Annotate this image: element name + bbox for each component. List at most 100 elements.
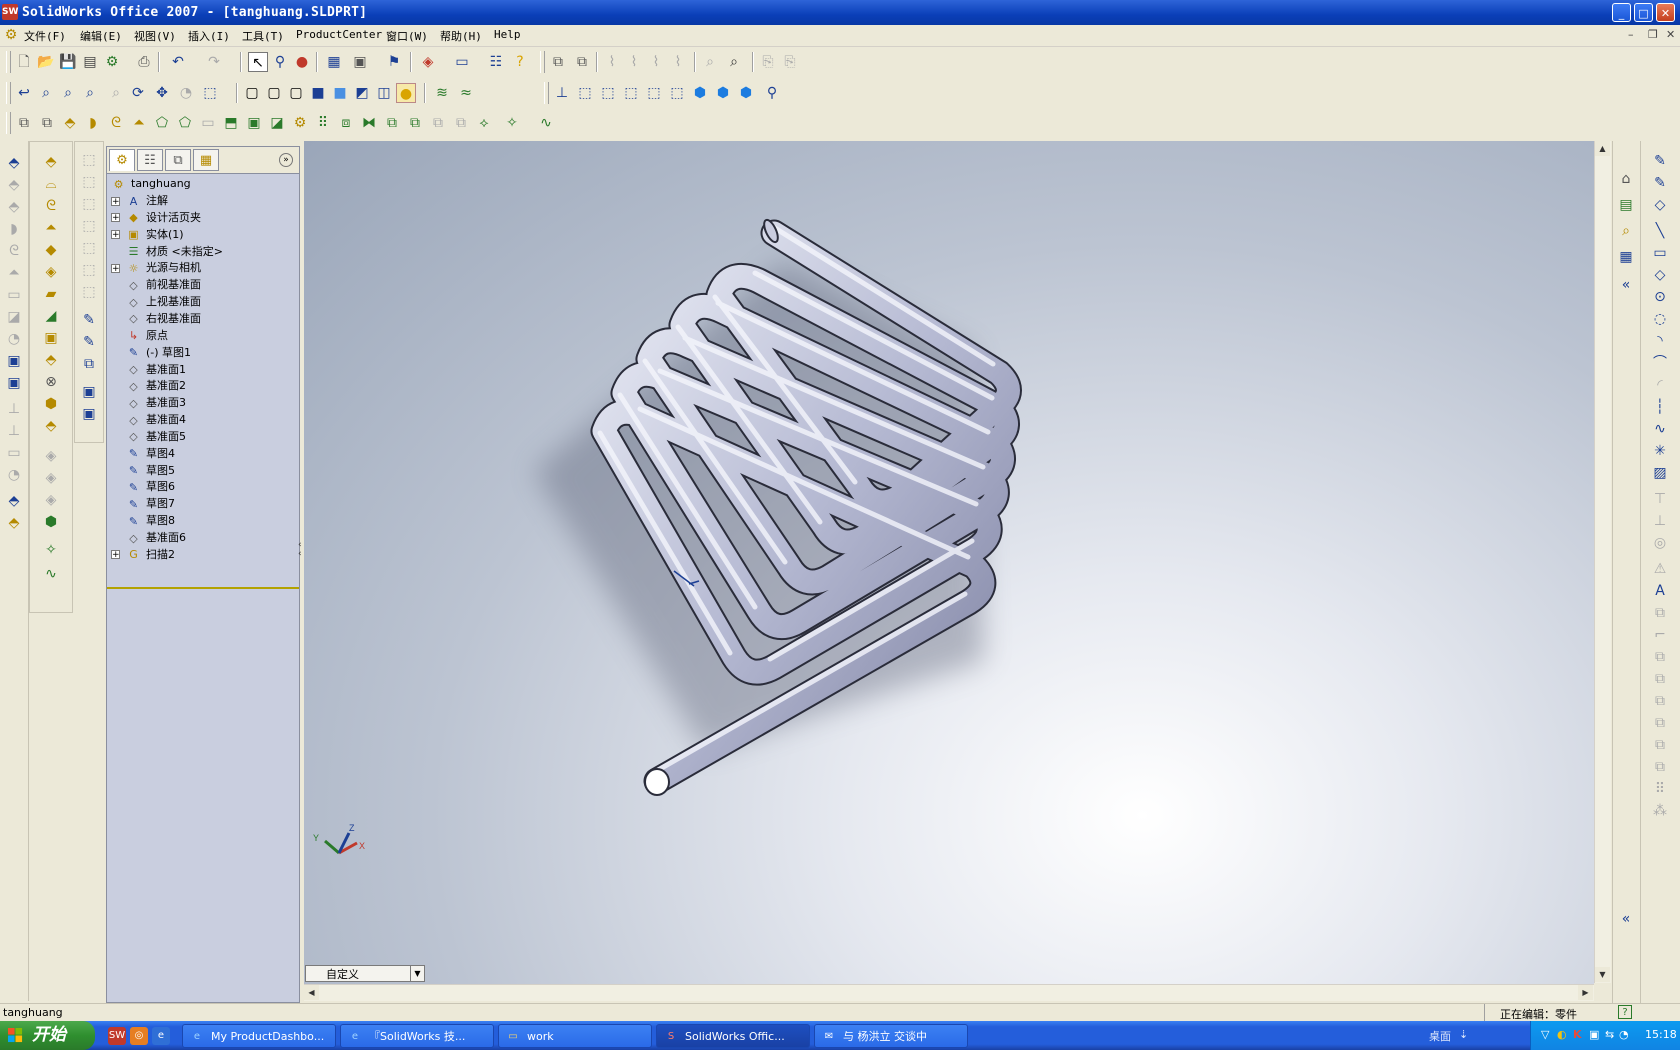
trimetric-view-icon[interactable]: ⬢: [736, 83, 756, 103]
shell-icon[interactable]: ▣: [40, 328, 62, 348]
grid-icon[interactable]: ▦: [324, 52, 344, 72]
copy-entities-icon[interactable]: ⧉: [1649, 735, 1671, 755]
tree-item[interactable]: ✎ (-) 草图1: [111, 344, 191, 361]
sketch-tool-icon[interactable]: ⌇: [668, 52, 688, 72]
perspective-icon[interactable]: ◫: [374, 83, 394, 103]
view-cube-icon[interactable]: ⬚: [78, 260, 100, 280]
scale-icon[interactable]: ⧉: [382, 113, 402, 133]
dimension-icon[interactable]: ◎: [1649, 533, 1671, 553]
axis-icon[interactable]: ✧: [502, 113, 522, 133]
hidden-lines-removed-icon[interactable]: ▢: [286, 83, 306, 103]
expand-icon[interactable]: +: [111, 196, 120, 206]
sketch-icon[interactable]: ⬘: [3, 153, 25, 173]
help-icon[interactable]: ?: [510, 52, 530, 72]
rollback-bar[interactable]: [107, 587, 299, 589]
network-icon[interactable]: ▽: [1541, 1028, 1549, 1041]
zoom-to-area-icon[interactable]: ⌕: [58, 83, 78, 103]
help-icon[interactable]: ?: [1618, 1005, 1632, 1019]
draft-icon[interactable]: ▣: [244, 113, 264, 133]
undo-icon[interactable]: ↶: [168, 52, 188, 72]
collapse-pane-icon[interactable]: «: [1615, 275, 1637, 295]
doc-close-button[interactable]: ✕: [1666, 28, 1675, 41]
scroll-up-icon[interactable]: ▲: [1595, 141, 1610, 156]
taskbar-button[interactable]: e 『SolidWorks 技...: [340, 1024, 494, 1048]
hole-icon[interactable]: ⊗: [40, 372, 62, 392]
dome-icon[interactable]: ⚙: [290, 113, 310, 133]
linear-sketch-pattern-icon[interactable]: ⠿: [1649, 779, 1671, 799]
disabled-tool-icon[interactable]: ⎘: [780, 52, 800, 72]
pipe-end-cap[interactable]: [644, 768, 670, 796]
3d-sketch-icon[interactable]: ✎: [1649, 173, 1671, 193]
extend-icon[interactable]: ◔: [3, 465, 25, 485]
tree-item[interactable]: ↳ 原点: [111, 327, 168, 344]
tree-item[interactable]: ◇ 基准面6: [111, 529, 186, 546]
desktop-expand-icon[interactable]: ⇣: [1459, 1028, 1468, 1041]
combine-icon[interactable]: ⧉: [428, 113, 448, 133]
open-folder-icon[interactable]: 📂: [36, 52, 56, 72]
offset-surface-icon[interactable]: ▣: [3, 373, 25, 393]
dome-icon[interactable]: ⬢: [40, 394, 62, 414]
tree-item[interactable]: ◇ 基准面2: [111, 377, 186, 394]
tree-item[interactable]: + G 扫描2: [111, 546, 175, 563]
tree-item[interactable]: ☰ 材质 <未指定>: [111, 243, 223, 260]
deform-icon[interactable]: ⬘: [40, 416, 62, 436]
view-orientation-select[interactable]: 自定义 ▼: [305, 965, 425, 982]
scroll-left-icon[interactable]: ◀: [304, 985, 319, 1000]
toolbar-grip[interactable]: [544, 82, 549, 104]
tree-root[interactable]: ⚙ tanghuang: [111, 175, 191, 192]
intersect-icon[interactable]: ⧉: [451, 113, 471, 133]
centerline-icon[interactable]: ┆: [1649, 397, 1671, 417]
surface-icon[interactable]: ▣: [3, 351, 25, 371]
normal-to-icon[interactable]: ⊥: [552, 83, 572, 103]
3d-sketch-icon[interactable]: ⧉: [37, 113, 57, 133]
menu-edit[interactable]: 编辑(E): [80, 28, 122, 44]
shadows-icon[interactable]: ◩: [352, 83, 372, 103]
dimension-icon[interactable]: ⊥: [1649, 511, 1671, 531]
propertymanager-tab-icon[interactable]: ☷: [137, 149, 163, 171]
top-view-icon[interactable]: ⬚: [667, 83, 687, 103]
shield-icon[interactable]: ◐: [1557, 1028, 1567, 1041]
zebra-stripes-icon[interactable]: ≈: [456, 83, 476, 103]
volume-icon[interactable]: ◔: [1619, 1028, 1629, 1041]
sweep-icon[interactable]: ᘓ: [40, 196, 62, 216]
sketch-tool-icon[interactable]: ⌇: [624, 52, 644, 72]
layer-icon[interactable]: ▣: [78, 404, 100, 424]
trim-entities-icon[interactable]: ⧉: [1649, 603, 1671, 623]
solidworks-quick-launch-icon[interactable]: SW: [108, 1027, 126, 1045]
redo-icon[interactable]: ↷: [204, 52, 224, 72]
scroll-right-icon[interactable]: ▶: [1578, 985, 1593, 1000]
expand-icon[interactable]: +: [111, 230, 120, 240]
tree-item[interactable]: ✎ 草图4: [111, 445, 175, 462]
menu-productcenter[interactable]: ProductCenter: [296, 28, 382, 41]
revolve-icon[interactable]: ◗: [83, 113, 103, 133]
save-icon[interactable]: 💾: [58, 52, 78, 72]
assembly-icon[interactable]: ⧉: [548, 52, 568, 72]
spline-icon[interactable]: ∿: [1649, 419, 1671, 439]
reference-point-icon[interactable]: ✧: [40, 540, 62, 560]
menu-file[interactable]: 文件(F): [24, 28, 66, 44]
tree-item[interactable]: ◇ 基准面3: [111, 394, 186, 411]
antivirus-icon[interactable]: K: [1573, 1028, 1582, 1041]
pattern-icon[interactable]: ⬢: [40, 512, 62, 532]
sketch-tool-icon[interactable]: ⌇: [646, 52, 666, 72]
layer-icon[interactable]: ▣: [78, 382, 100, 402]
chevron-down-icon[interactable]: ▼: [410, 966, 424, 981]
home-icon[interactable]: ⌂: [1615, 169, 1637, 189]
expand-icon[interactable]: +: [111, 263, 120, 273]
expand-pane-icon[interactable]: «: [1615, 909, 1637, 929]
horizontal-scrollbar[interactable]: ◀ ▶: [304, 984, 1594, 1001]
view-cube-icon[interactable]: ⬚: [78, 216, 100, 236]
circular-sketch-pattern-icon[interactable]: ⁂: [1649, 801, 1671, 821]
menu-insert[interactable]: 插入(I): [188, 28, 230, 44]
polygon-icon[interactable]: ◇: [1649, 265, 1671, 285]
curves-icon[interactable]: ∿: [536, 113, 556, 133]
circle-icon[interactable]: ⊙: [1649, 287, 1671, 307]
shell-icon[interactable]: ⬒: [221, 113, 241, 133]
relation-icon[interactable]: ⚠: [1649, 559, 1671, 579]
back-view-icon[interactable]: ⬚: [598, 83, 618, 103]
media-quick-launch-icon[interactable]: ◎: [130, 1027, 148, 1045]
select-filter-icon[interactable]: ⚲: [270, 52, 290, 72]
doc-restore-button[interactable]: ❐: [1648, 28, 1658, 41]
tree-item[interactable]: ✎ 草图8: [111, 512, 175, 529]
appearance-icon[interactable]: ◈: [418, 52, 438, 72]
